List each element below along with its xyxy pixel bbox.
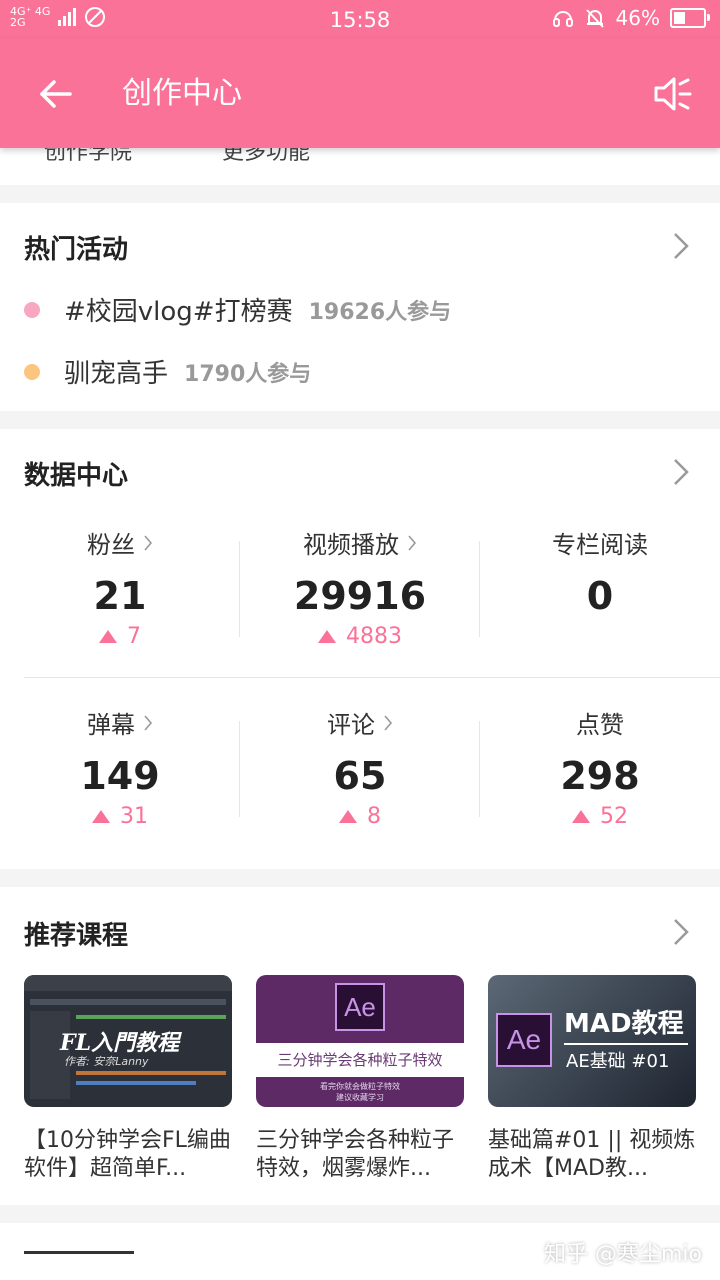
activity-item[interactable]: 驯宠高手 1790人参与 <box>24 353 311 390</box>
stat-label: 点赞 <box>576 711 624 739</box>
chevron-right-icon[interactable] <box>672 457 690 487</box>
section-title: 热门活动 <box>24 235 129 265</box>
stat-value: 0 <box>586 574 614 618</box>
stat-comments[interactable]: 评论 65 8 <box>240 705 480 829</box>
data-center-card: 数据中心 粉丝 21 7 视频播放 29916 4883 专栏阅读 0 弹幕 1… <box>0 429 720 869</box>
bell-muted-icon <box>585 9 604 28</box>
courses-card: 推荐课程 FL入門教程 作者: 安奈Lanny 【10分钟学会FL编曲软件】超简… <box>0 887 720 1205</box>
watermark: 知乎 @寒尘mio <box>544 1242 702 1267</box>
stat-value: 65 <box>333 754 387 798</box>
stat-value: 149 <box>80 754 160 798</box>
stat-delta: 7 <box>127 624 141 649</box>
stat-video-plays[interactable]: 视频播放 29916 4883 <box>240 525 480 649</box>
chevron-right-icon <box>384 714 393 731</box>
speaker-muted-icon[interactable] <box>650 72 694 116</box>
course-title: 【10分钟学会FL编曲软件】超简单F... <box>24 1128 231 1181</box>
section-title: 推荐课程 <box>24 921 129 951</box>
section-title: 数据中心 <box>24 461 129 491</box>
divider <box>24 677 720 678</box>
thumb-title: 三分钟学会各种粒子特效 <box>256 1043 464 1077</box>
section-title-peek <box>24 1251 144 1267</box>
thumb-subtitle: AE基础 #01 <box>566 1051 670 1072</box>
quick-links-row: 创作学院 更多功能 <box>0 148 720 185</box>
course-thumbnail: Ae 三分钟学会各种粒子特效 看完你就会做粒子特效 建议收藏学习 <box>256 975 464 1107</box>
course-title: 三分钟学会各种粒子特效，烟雾爆炸... <box>256 1128 455 1181</box>
battery-percent: 46% <box>615 6 660 30</box>
stat-delta: 31 <box>120 804 148 829</box>
arrow-left-icon[interactable] <box>36 74 76 114</box>
ae-logo-icon: Ae <box>496 1013 552 1067</box>
stat-value: 298 <box>560 754 640 798</box>
stat-label: 专栏阅读 <box>552 531 648 559</box>
chevron-right-icon <box>144 714 153 731</box>
chevron-right-icon[interactable] <box>672 231 690 261</box>
activity-name: #校园vlog#打榜赛 <box>64 297 293 327</box>
battery-icon <box>670 8 710 28</box>
stat-column-reads: 专栏阅读 0 <box>480 525 720 618</box>
activity-dot <box>24 301 40 318</box>
stat-delta: 8 <box>367 804 381 829</box>
stat-label: 视频播放 <box>303 531 399 559</box>
trend-up-icon <box>99 630 117 643</box>
quick-link-more[interactable]: 更多功能 <box>222 148 310 166</box>
stat-label: 评论 <box>327 711 375 739</box>
chevron-right-icon[interactable] <box>672 917 690 947</box>
thumb-title: MAD教程 <box>564 1009 684 1039</box>
thumb-subtitle: 作者: 安奈Lanny <box>64 1055 149 1068</box>
chevron-right-icon <box>144 534 153 551</box>
stat-fans[interactable]: 粉丝 21 7 <box>0 525 240 649</box>
stat-value: 29916 <box>293 574 427 618</box>
headphones-icon <box>552 11 573 27</box>
trend-up-icon <box>92 810 110 823</box>
activity-count: 1790人参与 <box>184 361 312 387</box>
activity-dot <box>24 363 40 380</box>
course-thumbnail: FL入門教程 作者: 安奈Lanny <box>24 975 232 1107</box>
status-icons: 46% <box>552 6 710 30</box>
activity-count: 19626人参与 <box>308 299 452 325</box>
course-card[interactable]: Ae MAD教程 AE基础 #01 基础篇#01 || 视频炼成术【MAD教..… <box>488 975 696 1183</box>
activity-item[interactable]: #校园vlog#打榜赛 19626人参与 <box>24 291 451 328</box>
trend-up-icon <box>339 810 357 823</box>
quick-link-academy[interactable]: 创作学院 <box>44 148 132 166</box>
ae-logo-icon: Ae <box>335 983 385 1031</box>
stat-value: 21 <box>93 574 147 618</box>
stat-likes: 点赞 298 52 <box>480 705 720 829</box>
status-bar: 4G⁺ 4G 2G 15:58 46% <box>0 0 720 38</box>
stat-delta: 52 <box>600 804 628 829</box>
app-bar: 创作中心 <box>0 38 720 148</box>
trend-up-icon <box>572 810 590 823</box>
chevron-right-icon <box>408 534 417 551</box>
stat-label: 弹幕 <box>87 711 135 739</box>
hot-activities-card: 热门活动 #校园vlog#打榜赛 19626人参与 驯宠高手 1790人参与 <box>0 203 720 411</box>
thumb-subtitle: 看完你就会做粒子特效 <box>320 1082 400 1091</box>
course-card[interactable]: FL入門教程 作者: 安奈Lanny 【10分钟学会FL编曲软件】超简单F... <box>24 975 232 1183</box>
trend-up-icon <box>318 630 336 643</box>
course-thumbnail: Ae MAD教程 AE基础 #01 <box>488 975 696 1107</box>
stat-danmaku[interactable]: 弹幕 149 31 <box>0 705 240 829</box>
course-title: 基础篇#01 || 视频炼成术【MAD教... <box>488 1128 696 1181</box>
page-title: 创作中心 <box>122 76 242 111</box>
stat-label: 粉丝 <box>87 531 135 559</box>
stat-delta: 4883 <box>346 624 402 649</box>
thumb-subtitle: 建议收藏学习 <box>336 1093 384 1102</box>
course-card[interactable]: Ae 三分钟学会各种粒子特效 看完你就会做粒子特效 建议收藏学习 三分钟学会各种… <box>256 975 464 1183</box>
activity-name: 驯宠高手 <box>64 359 169 389</box>
